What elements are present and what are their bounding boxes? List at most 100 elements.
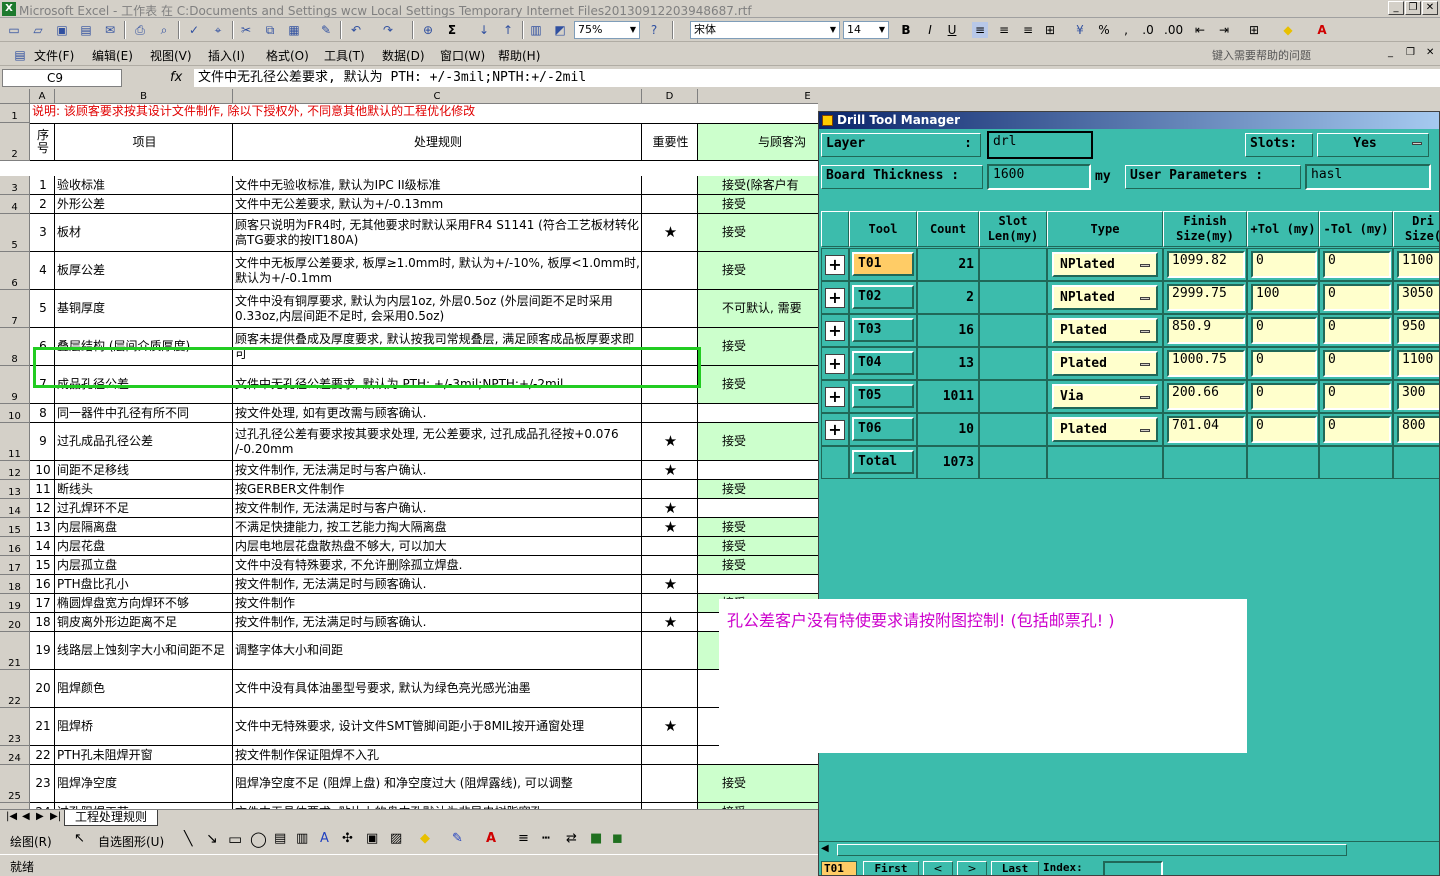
type-select[interactable]: Via [1052, 384, 1158, 409]
cell-importance[interactable] [642, 765, 698, 803]
cell-importance[interactable] [642, 556, 698, 575]
currency-icon[interactable]: ¥ [1072, 22, 1088, 38]
row-header[interactable]: 8 [0, 328, 30, 366]
merge-center-icon[interactable]: ⊞ [1042, 22, 1058, 38]
menu-tools[interactable]: 工具(T) [324, 47, 365, 64]
cell-item[interactable]: 过孔焊环不足 [55, 499, 233, 518]
cell-rule[interactable]: 文件中无板厚公差要求, 板厚≥1.0mm时, 默认为+/-10%, 板厚<1.0… [233, 252, 642, 290]
cell-importance[interactable]: ★ [642, 613, 698, 632]
font-color-icon[interactable]: A [1314, 22, 1330, 38]
autoshapes-menu[interactable]: 自选图形(U) [98, 833, 164, 850]
cell-seq[interactable]: 14 [30, 537, 55, 556]
sheet-tab[interactable]: 工程处理规则 [64, 810, 159, 826]
type-select[interactable]: NPlated [1052, 285, 1158, 310]
note-textbox[interactable]: 孔公差客户没有特使要求请按附图控制! (包括邮票孔! ) [719, 599, 1247, 753]
minus-tol-input[interactable]: 0 [1323, 350, 1391, 377]
next-button[interactable]: > [957, 861, 987, 875]
tool-button[interactable]: T03 [852, 318, 914, 342]
cell-customer[interactable]: 接受 [698, 518, 818, 537]
last-button[interactable]: Last [991, 861, 1039, 875]
sort-descending-icon[interactable]: ↑ [500, 22, 516, 38]
select-all-corner[interactable] [0, 89, 30, 104]
print-icon[interactable]: ⎙ [132, 22, 148, 38]
type-select[interactable]: Plated [1052, 351, 1158, 376]
italic-icon[interactable]: I [922, 22, 938, 38]
save-icon[interactable]: ▣ [54, 22, 70, 38]
minus-tol-input[interactable]: 0 [1323, 317, 1391, 344]
font-size-select[interactable]: 14 ▼ [843, 21, 889, 39]
tool-button[interactable]: T05 [852, 384, 914, 408]
minus-tol-input[interactable]: 0 [1323, 383, 1391, 410]
minus-tol-input[interactable]: 0 [1323, 284, 1391, 311]
cell-rule[interactable]: 顾客只说明为FR4时, 无其他要求时默认采用FR4 S1141 (符合工艺板材转… [233, 214, 642, 252]
header-item[interactable]: 项目 [55, 123, 233, 161]
fill-color-icon[interactable]: ◆ [1280, 22, 1296, 38]
row-header[interactable]: 6 [0, 252, 30, 290]
format-painter-icon[interactable]: ✎ [318, 22, 334, 38]
cell-seq[interactable]: 16 [30, 575, 55, 594]
cell-seq[interactable]: 3 [30, 214, 55, 252]
permission-icon[interactable]: ▤ [78, 22, 94, 38]
cell-rule[interactable]: 按GERBER文件制作 [233, 480, 642, 499]
layer-input[interactable]: drl [987, 131, 1093, 159]
cell-rule[interactable]: 按文件制作, 无法满足时与客户确认. [233, 499, 642, 518]
drill-size-input[interactable]: 1100 [1397, 350, 1439, 377]
row-header[interactable]: 16 [0, 537, 30, 556]
new-icon[interactable]: ▭ [6, 22, 22, 38]
menu-data[interactable]: 数据(D) [382, 47, 425, 64]
fill-color-icon[interactable]: ◆ [420, 831, 430, 846]
cell-item[interactable]: 椭圆焊盘宽方向焊环不够 [55, 594, 233, 613]
row-header[interactable]: 5 [0, 214, 30, 252]
plus-tol-input[interactable]: 0 [1251, 416, 1317, 443]
hyperlink-icon[interactable]: ⊕ [420, 22, 436, 38]
font-color-icon[interactable]: A [486, 831, 496, 846]
cell-item[interactable]: 间距不足移线 [55, 461, 233, 480]
doc-restore-button[interactable]: ❐ [1406, 47, 1415, 58]
menu-window[interactable]: 窗口(W) [440, 47, 485, 64]
minimize-button[interactable]: _ [1388, 1, 1404, 15]
cell-rule[interactable]: 不满足快捷能力, 按工艺能力掏大隔离盘 [233, 518, 642, 537]
row-header[interactable]: 14 [0, 499, 30, 518]
cell-rule[interactable]: 过孔孔径公差有要求按其要求处理, 无公差要求, 过孔成品孔径按+0.076 /-… [233, 423, 642, 461]
decrease-decimal-icon[interactable]: .00 [1164, 22, 1183, 38]
expand-icon[interactable]: + [825, 420, 845, 440]
row-header[interactable]: 25 [0, 765, 30, 803]
menu-insert[interactable]: 插入(I) [208, 47, 245, 64]
cell-seq[interactable]: 15 [30, 556, 55, 575]
line-icon[interactable]: ╲ [184, 831, 192, 847]
cell-customer[interactable] [698, 461, 818, 480]
user-params-input[interactable]: hasl [1305, 164, 1431, 190]
cell-seq[interactable]: 4 [30, 252, 55, 290]
cell-seq[interactable]: 13 [30, 518, 55, 537]
header-importance[interactable]: 重要性 [642, 123, 698, 161]
align-right-icon[interactable]: ≡ [1020, 22, 1036, 38]
index-input[interactable] [1103, 861, 1163, 875]
cell-rule[interactable]: 文件中没有特殊要求, 不允许删除孤立焊盘. [233, 556, 642, 575]
plus-tol-input[interactable]: 0 [1251, 350, 1317, 377]
formula-input[interactable]: 文件中无孔径公差要求, 默认为 PTH: +/-3mil;NPTH:+/-2mi… [194, 69, 1440, 87]
cell-customer[interactable]: 接受 [698, 328, 818, 366]
cell-rule[interactable]: 文件中没有具体油墨型号要求, 默认为绿色亮光感光油墨 [233, 670, 642, 708]
decrease-indent-icon[interactable]: ⇤ [1192, 22, 1208, 38]
scroll-thumb[interactable] [837, 844, 1347, 856]
tool-button[interactable]: T04 [852, 351, 914, 375]
row-header[interactable]: 10 [0, 404, 30, 423]
row-header[interactable]: 24 [0, 746, 30, 765]
cell-importance[interactable]: ★ [642, 708, 698, 746]
cell-seq[interactable]: 22 [30, 746, 55, 765]
fx-icon[interactable]: fx [170, 70, 182, 85]
font-select[interactable]: 宋体 ▼ [690, 21, 840, 39]
row-header[interactable]: 23 [0, 708, 30, 746]
worksheet-grid[interactable]: A B C D E 1 说明: 该顾客要求按其设计文件制作, 除以下授权外, 不同… [0, 89, 818, 809]
cell-importance[interactable] [642, 404, 698, 423]
cell-seq[interactable]: 20 [30, 670, 55, 708]
cell-seq[interactable]: 23 [30, 765, 55, 803]
horizontal-scrollbar[interactable]: ◀ [819, 841, 1439, 859]
cell-customer[interactable]: 接受 [698, 214, 818, 252]
cell-importance[interactable] [642, 746, 698, 765]
scroll-left-icon[interactable]: ◀ [821, 843, 829, 854]
cell-importance[interactable] [642, 594, 698, 613]
col-header-c[interactable]: C [233, 89, 642, 104]
cell-customer[interactable]: 不可默认, 需要 [698, 290, 818, 328]
tool-button[interactable]: T01 [852, 252, 914, 276]
